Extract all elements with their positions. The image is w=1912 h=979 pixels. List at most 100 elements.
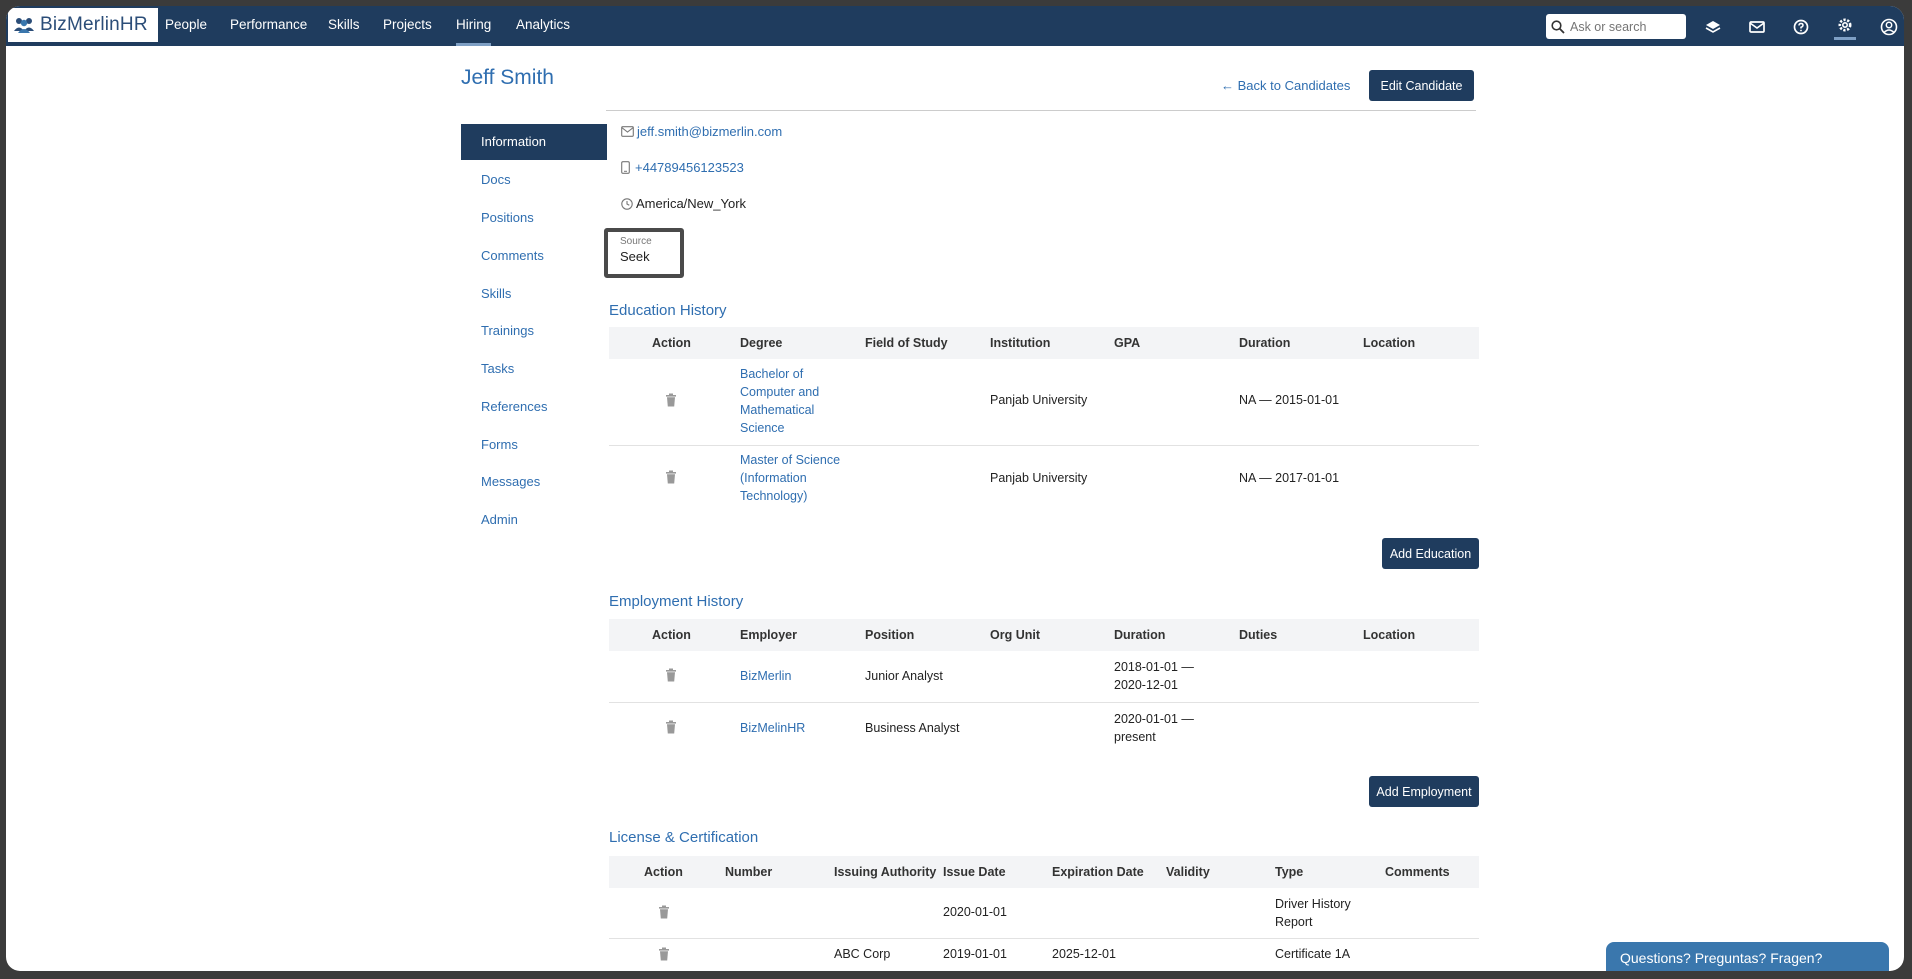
license-table: Action Number Issuing Authority Issue Da…	[609, 856, 1479, 971]
timezone-value: America/New_York	[636, 196, 747, 211]
logo-people-icon	[14, 18, 34, 33]
sidebar-item-information[interactable]: Information	[461, 124, 607, 160]
settings-icon[interactable]	[1834, 12, 1856, 40]
degree-link[interactable]: Bachelor of Computer and Mathematical Sc…	[740, 365, 840, 437]
column-header: Position	[865, 628, 915, 642]
type-cell: Certificate 1A	[1275, 947, 1351, 961]
logo-text: BizMerlinHR	[40, 14, 148, 35]
source-label: Source	[620, 236, 652, 247]
column-header: Employer	[740, 628, 797, 642]
sidebar-item-messages[interactable]: Messages	[461, 464, 607, 500]
sidebar-item-admin[interactable]: Admin	[461, 502, 607, 538]
table-row: BizMerlin Junior Analyst 2018-01-01 — 20…	[609, 651, 1479, 703]
column-header: GPA	[1114, 336, 1141, 350]
employment-history-title: Employment History	[609, 593, 744, 610]
header-divider	[606, 110, 1476, 111]
search-input[interactable]	[1568, 18, 1682, 35]
column-header: Validity	[1166, 865, 1210, 879]
nav-performance[interactable]: Performance	[230, 6, 307, 46]
column-header: Duration	[1239, 336, 1291, 350]
column-header: Duration	[1114, 628, 1166, 642]
phone-icon	[621, 161, 630, 174]
clock-icon	[621, 197, 633, 210]
column-header: Field of Study	[865, 336, 948, 350]
email-link[interactable]: jeff.smith@bizmerlin.com	[637, 124, 782, 139]
layers-icon[interactable]	[1702, 16, 1724, 38]
back-arrow-icon: ←	[1221, 78, 1234, 93]
table-header: Action Employer Position Org Unit Durati…	[609, 619, 1479, 651]
degree-link[interactable]: Master of Science (Information Technolog…	[740, 451, 850, 505]
nav-projects[interactable]: Projects	[383, 6, 432, 46]
top-navbar: BizMerlinHR People Performance Skills Pr…	[6, 6, 1904, 46]
table-header: Action Degree Field of Study Institution…	[609, 327, 1479, 359]
table-row: Master of Science (Information Technolog…	[609, 446, 1479, 510]
phone-link[interactable]: +44789456123523	[635, 160, 744, 175]
sidebar-item-references[interactable]: References	[461, 389, 607, 425]
nav-analytics[interactable]: Analytics	[516, 6, 570, 46]
nav-hiring[interactable]: Hiring	[456, 6, 492, 46]
sidebar-item-comments[interactable]: Comments	[461, 238, 607, 274]
search-icon	[1551, 19, 1565, 34]
duration-cell: 2020-01-01 — present	[1114, 712, 1194, 744]
trash-icon[interactable]	[664, 720, 678, 734]
trash-icon[interactable]	[664, 470, 678, 484]
column-header: Type	[1275, 865, 1304, 879]
column-header: Action	[652, 628, 691, 642]
column-header: Action	[644, 865, 683, 879]
logo[interactable]: BizMerlinHR	[8, 8, 158, 42]
timezone-row: America/New_York	[621, 196, 746, 211]
column-header: Issuing Authority	[834, 865, 937, 879]
position-cell: Junior Analyst	[865, 669, 943, 683]
back-to-candidates-link[interactable]: ← Back to Candidates	[1221, 78, 1350, 93]
institution-cell: Panjab University	[990, 471, 1088, 485]
institution-cell: Panjab University	[990, 393, 1088, 407]
position-cell: Business Analyst	[865, 721, 960, 735]
column-header: Issue Date	[943, 865, 1006, 879]
sidebar-item-positions[interactable]: Positions	[461, 200, 607, 236]
table-row: ABC Corp 2019-01-01 2025-12-01 Certifica…	[609, 939, 1479, 971]
table-row: 2020-01-01 Driver History Report	[609, 888, 1479, 939]
source-field: Source Seek	[604, 228, 684, 278]
sidebar-item-skills[interactable]: Skills	[461, 276, 607, 312]
nav-people[interactable]: People	[165, 6, 207, 46]
employment-table: Action Employer Position Org Unit Durati…	[609, 619, 1479, 754]
duration-cell: NA — 2017-01-01	[1239, 471, 1340, 485]
employer-link[interactable]: BizMerlin	[740, 669, 791, 683]
column-header: Comments	[1385, 865, 1450, 879]
sidebar-item-trainings[interactable]: Trainings	[461, 313, 607, 349]
trash-icon[interactable]	[664, 668, 678, 682]
help-chat-tab[interactable]: Questions? Preguntas? Fragen?	[1606, 942, 1889, 971]
duration-cell: NA — 2015-01-01	[1239, 393, 1340, 407]
app-window: BizMerlinHR People Performance Skills Pr…	[6, 6, 1904, 971]
expiration-date-cell: 2025-12-01	[1052, 947, 1116, 961]
help-icon[interactable]	[1790, 16, 1812, 38]
add-education-button[interactable]: Add Education	[1382, 538, 1479, 569]
candidate-name: Jeff Smith	[461, 66, 554, 89]
license-certification-title: License & Certification	[609, 829, 759, 846]
issuing-authority-cell: ABC Corp	[834, 947, 891, 961]
column-header: Location	[1363, 628, 1416, 642]
trash-icon[interactable]	[657, 947, 671, 961]
column-header: Org Unit	[990, 628, 1040, 642]
search-box[interactable]	[1546, 14, 1686, 39]
education-history-title: Education History	[609, 302, 727, 319]
trash-icon[interactable]	[664, 393, 678, 407]
user-icon[interactable]	[1878, 16, 1900, 38]
add-employment-button[interactable]: Add Employment	[1369, 776, 1479, 807]
table-header: Action Number Issuing Authority Issue Da…	[609, 856, 1479, 888]
sidebar-item-tasks[interactable]: Tasks	[461, 351, 607, 387]
mail-icon[interactable]	[1746, 16, 1768, 38]
education-table: Action Degree Field of Study Institution…	[609, 327, 1479, 510]
edit-candidate-button[interactable]: Edit Candidate	[1369, 70, 1474, 101]
nav-skills[interactable]: Skills	[328, 6, 360, 46]
employer-link[interactable]: BizMelinHR	[740, 721, 805, 735]
column-header: Location	[1363, 336, 1416, 350]
source-value: Seek	[620, 249, 650, 264]
trash-icon[interactable]	[657, 905, 671, 919]
email-row: jeff.smith@bizmerlin.com	[621, 124, 782, 139]
column-header: Duties	[1239, 628, 1278, 642]
sidebar-item-docs[interactable]: Docs	[461, 162, 607, 198]
sidebar-item-forms[interactable]: Forms	[461, 427, 607, 463]
table-row: Bachelor of Computer and Mathematical Sc…	[609, 359, 1479, 446]
phone-row: +44789456123523	[621, 160, 744, 175]
